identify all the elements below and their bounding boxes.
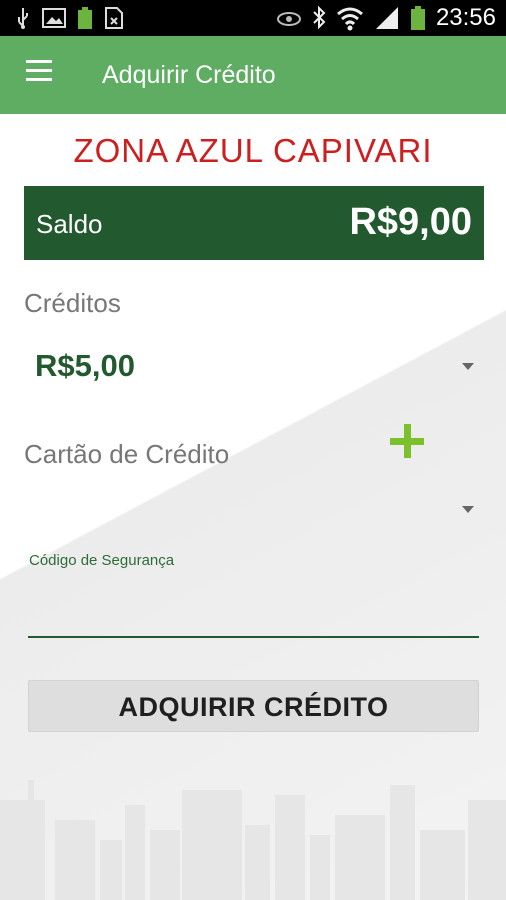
hamburger-menu-icon[interactable]	[20, 60, 60, 90]
app-title: Adquirir Crédito	[102, 61, 276, 89]
city-skyline-background	[0, 780, 506, 900]
security-code-input[interactable]	[28, 574, 479, 638]
usb-icon	[14, 6, 32, 30]
wifi-icon	[336, 5, 364, 31]
eye-icon	[276, 6, 302, 30]
balance-value: R$9,00	[349, 201, 472, 243]
app-bar: Adquirir Crédito	[0, 36, 506, 114]
card-label: Cartão de Crédito	[24, 439, 230, 469]
card-select[interactable]	[24, 484, 484, 534]
brand-title: ZONA AZUL CAPIVARI	[73, 132, 433, 169]
battery-saver-icon	[76, 6, 94, 30]
status-bar: 23:56	[0, 0, 506, 36]
status-bar-right: 23:56	[276, 4, 496, 32]
status-bar-left	[14, 6, 124, 30]
balance-label: Saldo	[36, 209, 103, 239]
image-icon	[42, 7, 66, 29]
plus-icon[interactable]	[388, 422, 428, 462]
balance-banner: Saldo R$9,00	[24, 186, 484, 260]
signal-icon	[374, 5, 400, 31]
security-code-label: Código de Segurança	[29, 552, 175, 569]
dropdown-arrow-icon	[462, 506, 474, 513]
buy-credit-button[interactable]: ADQUIRIR CRÉDITO	[28, 680, 479, 732]
credits-select[interactable]: R$5,00	[24, 336, 484, 396]
credits-selected-value: R$5,00	[35, 348, 135, 383]
battery-icon	[410, 5, 426, 31]
dropdown-arrow-icon	[462, 363, 474, 370]
sim-icon	[104, 6, 124, 30]
bluetooth-icon	[312, 5, 326, 31]
content-area: ZONA AZUL CAPIVARI Saldo R$9,00 Créditos…	[0, 114, 506, 900]
credits-label: Créditos	[24, 288, 121, 318]
status-time: 23:56	[435, 4, 496, 31]
